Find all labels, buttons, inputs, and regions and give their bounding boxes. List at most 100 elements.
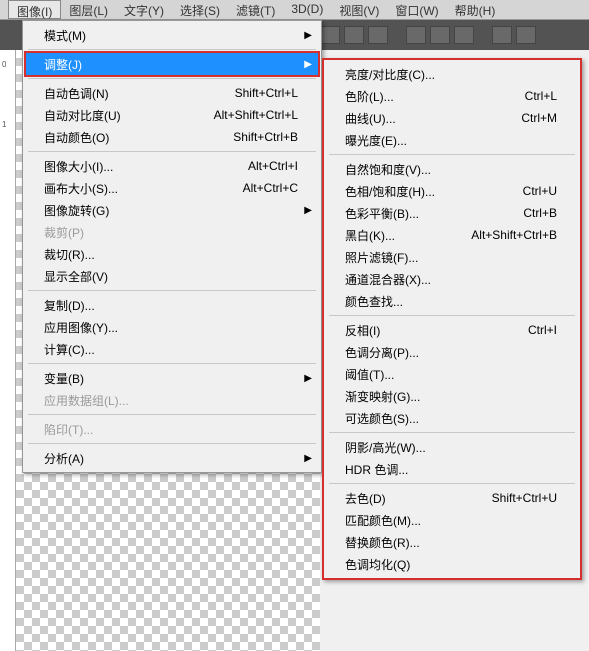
menu-shortcut: Shift+Ctrl+L [235, 86, 298, 100]
menu-replace-color[interactable]: 替换颜色(R)... [327, 531, 577, 553]
menu-trim[interactable]: 裁切(R)... [26, 243, 318, 265]
menu-threshold[interactable]: 阈值(T)... [327, 363, 577, 385]
menu-selective-color[interactable]: 可选颜色(S)... [327, 407, 577, 429]
submenu-arrow-icon: ▶ [304, 205, 312, 216]
menu-label: 自动色调(N) [44, 85, 235, 102]
align-left-icon[interactable] [320, 26, 340, 44]
menu-shortcut: Alt+Ctrl+C [243, 181, 298, 195]
menu-separator [329, 432, 575, 433]
menu-label: 去色(D) [345, 490, 492, 507]
menu-gradient-map[interactable]: 渐变映射(G)... [327, 385, 577, 407]
menu-label: 色调均化(Q) [345, 556, 557, 573]
menu-auto-color[interactable]: 自动颜色(O) Shift+Ctrl+B [26, 126, 318, 148]
menu-trap: 陷印(T)... [26, 418, 318, 440]
menu-label: 黑白(K)... [345, 227, 471, 244]
menu-label: 替换颜色(R)... [345, 534, 557, 551]
menu-label: 阴影/高光(W)... [345, 439, 557, 456]
align-top-icon[interactable] [406, 26, 426, 44]
menu-separator [329, 315, 575, 316]
menu-filter[interactable]: 滤镜(T) [228, 0, 283, 19]
menu-label: 渐变映射(G)... [345, 388, 557, 405]
menu-label: 曲线(U)... [345, 110, 521, 127]
menu-mode[interactable]: 模式(M) ▶ [26, 24, 318, 46]
menu-image-rotation[interactable]: 图像旋转(G) ▶ [26, 199, 318, 221]
menu-label: 色彩平衡(B)... [345, 205, 523, 222]
menu-window[interactable]: 窗口(W) [387, 0, 446, 19]
menu-layer[interactable]: 图层(L) [61, 0, 116, 19]
ruler-mark: 1 [2, 120, 6, 129]
menu-separator [28, 414, 316, 415]
align-middle-icon[interactable] [430, 26, 450, 44]
menu-posterize[interactable]: 色调分离(P)... [327, 341, 577, 363]
menu-label: 应用图像(Y)... [44, 319, 298, 336]
menu-label: 陷印(T)... [44, 421, 298, 438]
menu-black-white[interactable]: 黑白(K)... Alt+Shift+Ctrl+B [327, 224, 577, 246]
ruler-mark: 0 [2, 60, 6, 69]
menu-label: 照片滤镜(F)... [345, 249, 557, 266]
menu-apply-image[interactable]: 应用图像(Y)... [26, 316, 318, 338]
menu-separator [28, 290, 316, 291]
menu-separator [28, 443, 316, 444]
menu-label: 自然饱和度(V)... [345, 161, 557, 178]
menu-3d[interactable]: 3D(D) [283, 0, 331, 19]
menu-duplicate[interactable]: 复制(D)... [26, 294, 318, 316]
align-center-icon[interactable] [344, 26, 364, 44]
submenu-arrow-icon: ▶ [304, 373, 312, 384]
menu-brightness-contrast[interactable]: 亮度/对比度(C)... [327, 63, 577, 85]
menu-analysis[interactable]: 分析(A) ▶ [26, 447, 318, 469]
menu-match-color[interactable]: 匹配颜色(M)... [327, 509, 577, 531]
menu-exposure[interactable]: 曝光度(E)... [327, 129, 577, 151]
menu-type[interactable]: 文字(Y) [116, 0, 172, 19]
menu-hdr-toning[interactable]: HDR 色调... [327, 458, 577, 480]
menubar: 图像(I) 图层(L) 文字(Y) 选择(S) 滤镜(T) 3D(D) 视图(V… [0, 0, 589, 20]
align-right-icon[interactable] [368, 26, 388, 44]
menu-photo-filter[interactable]: 照片滤镜(F)... [327, 246, 577, 268]
menu-shortcut: Shift+Ctrl+U [492, 491, 557, 505]
menu-curves[interactable]: 曲线(U)... Ctrl+M [327, 107, 577, 129]
menu-vibrance[interactable]: 自然饱和度(V)... [327, 158, 577, 180]
menu-variables[interactable]: 变量(B) ▶ [26, 367, 318, 389]
align-bottom-icon[interactable] [454, 26, 474, 44]
menu-label: 颜色查找... [345, 293, 557, 310]
distribute-v-icon[interactable] [516, 26, 536, 44]
menu-color-lookup[interactable]: 颜色查找... [327, 290, 577, 312]
menu-separator [28, 363, 316, 364]
menu-desaturate[interactable]: 去色(D) Shift+Ctrl+U [327, 487, 577, 509]
menu-channel-mixer[interactable]: 通道混合器(X)... [327, 268, 577, 290]
menu-image[interactable]: 图像(I) [8, 0, 61, 19]
menu-auto-tone[interactable]: 自动色调(N) Shift+Ctrl+L [26, 82, 318, 104]
menu-label: HDR 色调... [345, 461, 557, 478]
menu-calculations[interactable]: 计算(C)... [26, 338, 318, 360]
menu-shortcut: Shift+Ctrl+B [233, 130, 298, 144]
menu-shortcut: Alt+Shift+Ctrl+B [471, 228, 557, 242]
ruler-vertical: 0 1 [0, 50, 16, 651]
menu-invert[interactable]: 反相(I) Ctrl+I [327, 319, 577, 341]
menu-hue-saturation[interactable]: 色相/饱和度(H)... Ctrl+U [327, 180, 577, 202]
menu-image-size[interactable]: 图像大小(I)... Alt+Ctrl+I [26, 155, 318, 177]
menu-shadow-highlight[interactable]: 阴影/高光(W)... [327, 436, 577, 458]
menu-label: 色相/饱和度(H)... [345, 183, 523, 200]
menu-adjustments[interactable]: 调整(J) ▶ [26, 53, 318, 75]
menu-label: 变量(B) [44, 370, 298, 387]
menu-label: 反相(I) [345, 322, 528, 339]
menu-select[interactable]: 选择(S) [172, 0, 228, 19]
menu-canvas-size[interactable]: 画布大小(S)... Alt+Ctrl+C [26, 177, 318, 199]
menu-levels[interactable]: 色阶(L)... Ctrl+L [327, 85, 577, 107]
menu-label: 图像大小(I)... [44, 158, 248, 175]
menu-separator [329, 483, 575, 484]
menu-help[interactable]: 帮助(H) [447, 0, 504, 19]
menu-color-balance[interactable]: 色彩平衡(B)... Ctrl+B [327, 202, 577, 224]
menu-label: 调整(J) [44, 56, 298, 73]
menu-equalize[interactable]: 色调均化(Q) [327, 553, 577, 575]
menu-label: 曝光度(E)... [345, 132, 557, 149]
menu-label: 可选颜色(S)... [345, 410, 557, 427]
menu-view[interactable]: 视图(V) [331, 0, 387, 19]
distribute-h-icon[interactable] [492, 26, 512, 44]
menu-reveal-all[interactable]: 显示全部(V) [26, 265, 318, 287]
menu-separator [28, 49, 316, 50]
menu-label: 自动颜色(O) [44, 129, 233, 146]
menu-auto-contrast[interactable]: 自动对比度(U) Alt+Shift+Ctrl+L [26, 104, 318, 126]
menu-label: 色调分离(P)... [345, 344, 557, 361]
menu-label: 复制(D)... [44, 297, 298, 314]
menu-label: 画布大小(S)... [44, 180, 243, 197]
